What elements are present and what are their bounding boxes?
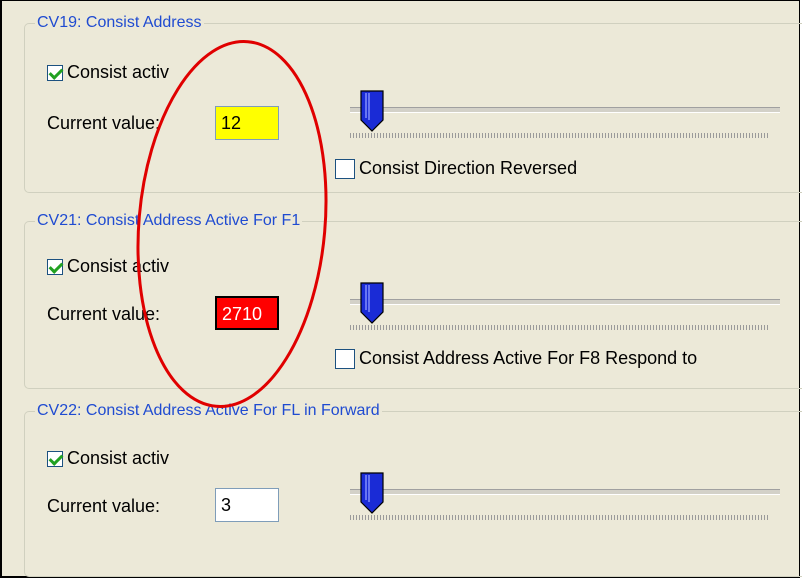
cv19-consist-checkbox-row[interactable]: Consist activ [47, 62, 169, 83]
cv19-slider-track[interactable] [350, 107, 780, 113]
cv19-consist-checkbox[interactable] [47, 64, 63, 81]
cv21-slider-ticks [350, 325, 770, 330]
cv21-f8-checkbox[interactable] [335, 348, 355, 369]
cv22-slider-track[interactable] [350, 489, 780, 495]
cv19-slider[interactable] [350, 90, 780, 144]
cv21-f8-checkbox-row[interactable]: Consist Address Active For F8 Respond to [335, 348, 697, 369]
cv19-consist-label: Consist activ [67, 62, 170, 82]
cv22-consist-checkbox-row[interactable]: Consist activ [47, 448, 169, 469]
cv21-slider-track[interactable] [350, 299, 780, 305]
cv19-direction-label: Consist Direction Reversed [359, 158, 578, 178]
cv19-group: CV19: Consist Address Consist activ Curr… [24, 13, 802, 193]
cv19-slider-thumb[interactable] [360, 90, 384, 132]
cv19-group-title: CV19: Consist Address [35, 13, 204, 33]
cv22-slider[interactable] [350, 472, 780, 526]
cv22-value-input[interactable]: 3 [215, 488, 279, 522]
cv21-slider-thumb[interactable] [360, 282, 384, 324]
cv19-direction-checkbox-row[interactable]: Consist Direction Reversed [335, 158, 577, 179]
cv19-value-input[interactable]: 12 [215, 106, 279, 140]
cv22-slider-ticks [350, 515, 770, 520]
cv19-direction-checkbox[interactable] [335, 158, 355, 179]
settings-panel: CV19: Consist Address Consist activ Curr… [0, 0, 802, 578]
cv22-group-title: CV22: Consist Address Active For FL in F… [35, 401, 382, 421]
cv22-consist-checkbox[interactable] [47, 450, 63, 467]
cv22-consist-label: Consist activ [67, 448, 170, 468]
cv21-group-title: CV21: Consist Address Active For F1 [35, 211, 303, 231]
cv19-current-value-label: Current value: [47, 113, 161, 133]
cv21-consist-label: Consist activ [67, 256, 170, 276]
cv22-current-value-label: Current value: [47, 496, 161, 516]
cv21-group: CV21: Consist Address Active For F1 Cons… [24, 211, 802, 389]
cv21-consist-checkbox-row[interactable]: Consist activ [47, 256, 169, 277]
cv21-slider[interactable] [350, 282, 780, 336]
cv21-consist-checkbox[interactable] [47, 258, 63, 275]
cv21-value-input[interactable]: 2710 [215, 296, 279, 330]
cv22-slider-thumb[interactable] [360, 472, 384, 514]
cv21-current-value-label: Current value: [47, 304, 161, 324]
cv21-f8-label: Consist Address Active For F8 Respond to [359, 348, 698, 368]
cv22-group: CV22: Consist Address Active For FL in F… [24, 401, 802, 577]
cv19-slider-ticks [350, 133, 770, 138]
